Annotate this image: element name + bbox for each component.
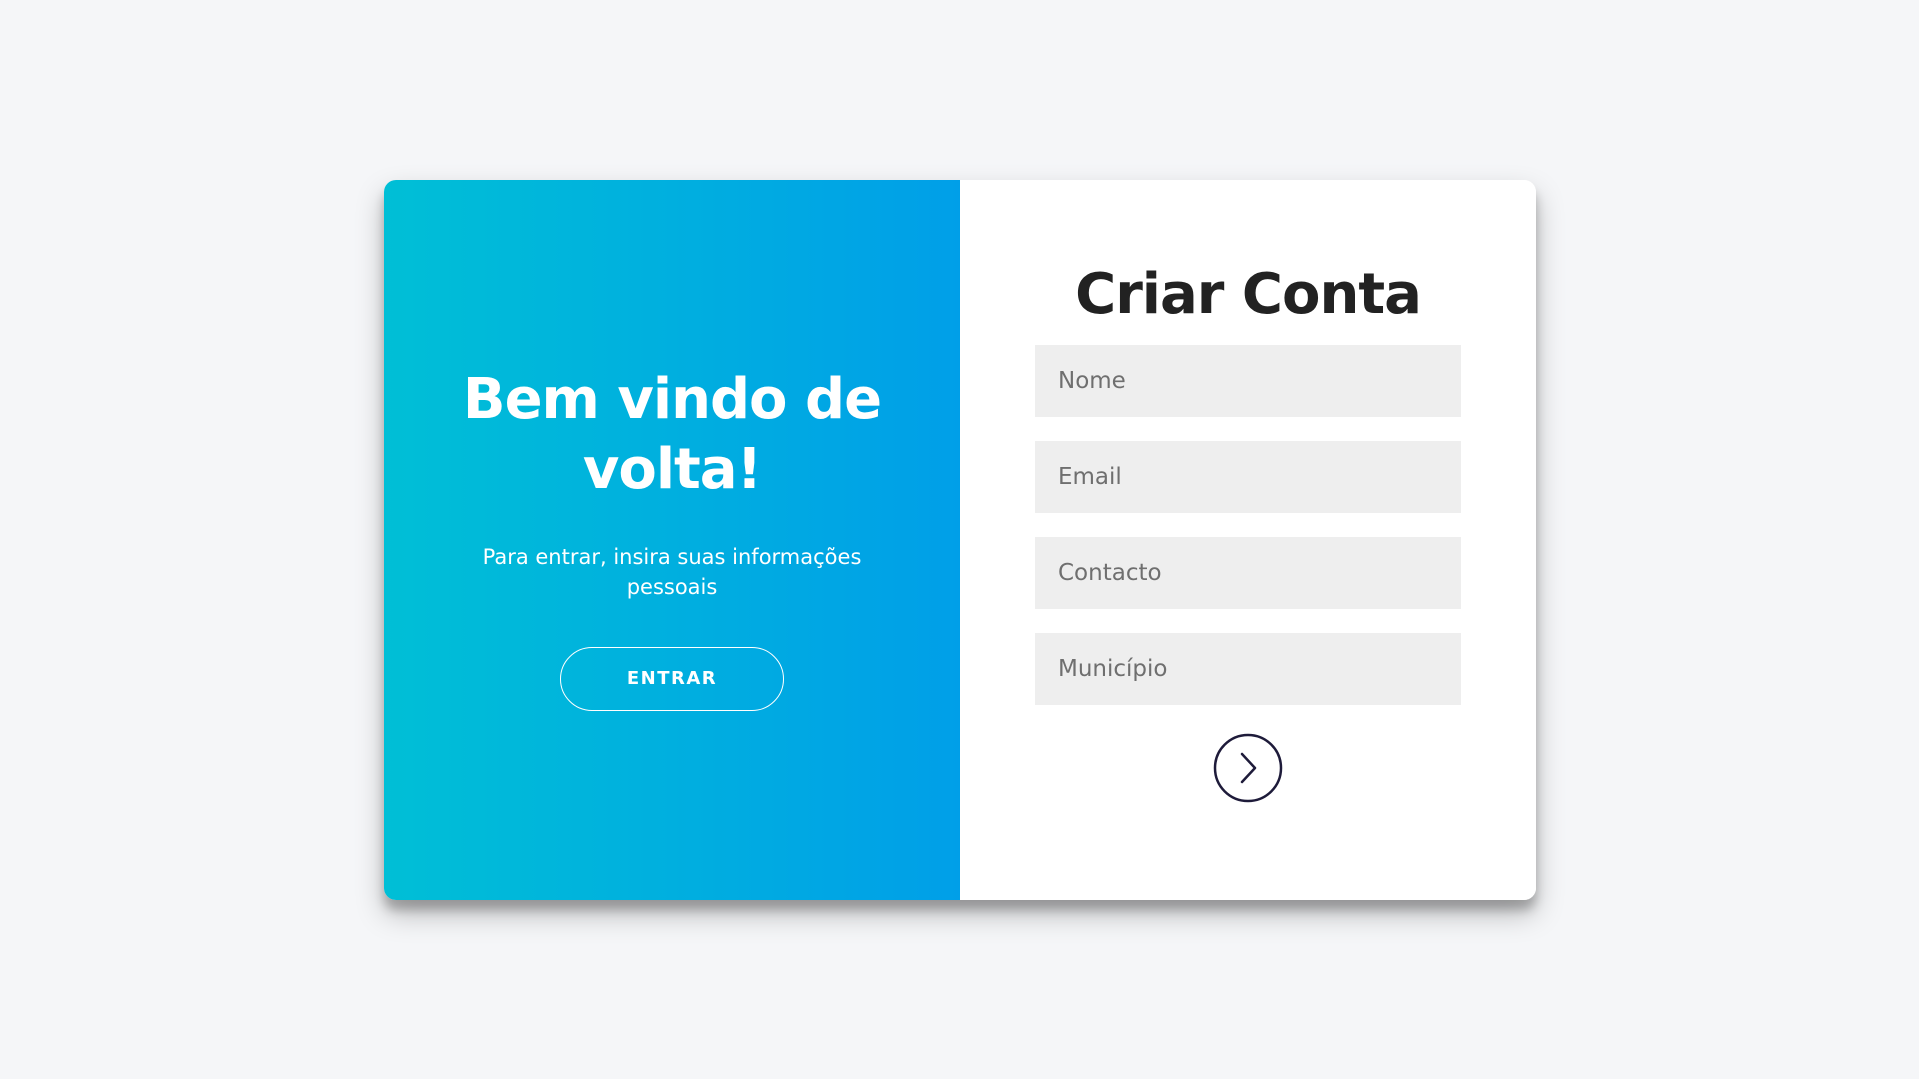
auth-card: Bem vindo de volta! Para entrar, insira …: [384, 180, 1536, 900]
welcome-panel: Bem vindo de volta! Para entrar, insira …: [384, 180, 960, 900]
municipio-input[interactable]: [1035, 633, 1461, 705]
chevron-right-circle-icon: [1213, 733, 1283, 803]
welcome-text: Para entrar, insira suas informações pes…: [482, 545, 862, 599]
contacto-input[interactable]: [1035, 537, 1461, 609]
welcome-title: Bem vindo de volta!: [462, 367, 882, 502]
entrar-button[interactable]: ENTRAR: [560, 647, 784, 711]
signup-panel: Criar Conta: [960, 180, 1536, 900]
nome-input[interactable]: [1035, 345, 1461, 417]
email-input[interactable]: [1035, 441, 1461, 513]
submit-button[interactable]: [1213, 733, 1283, 803]
signup-title: Criar Conta: [1075, 262, 1422, 327]
